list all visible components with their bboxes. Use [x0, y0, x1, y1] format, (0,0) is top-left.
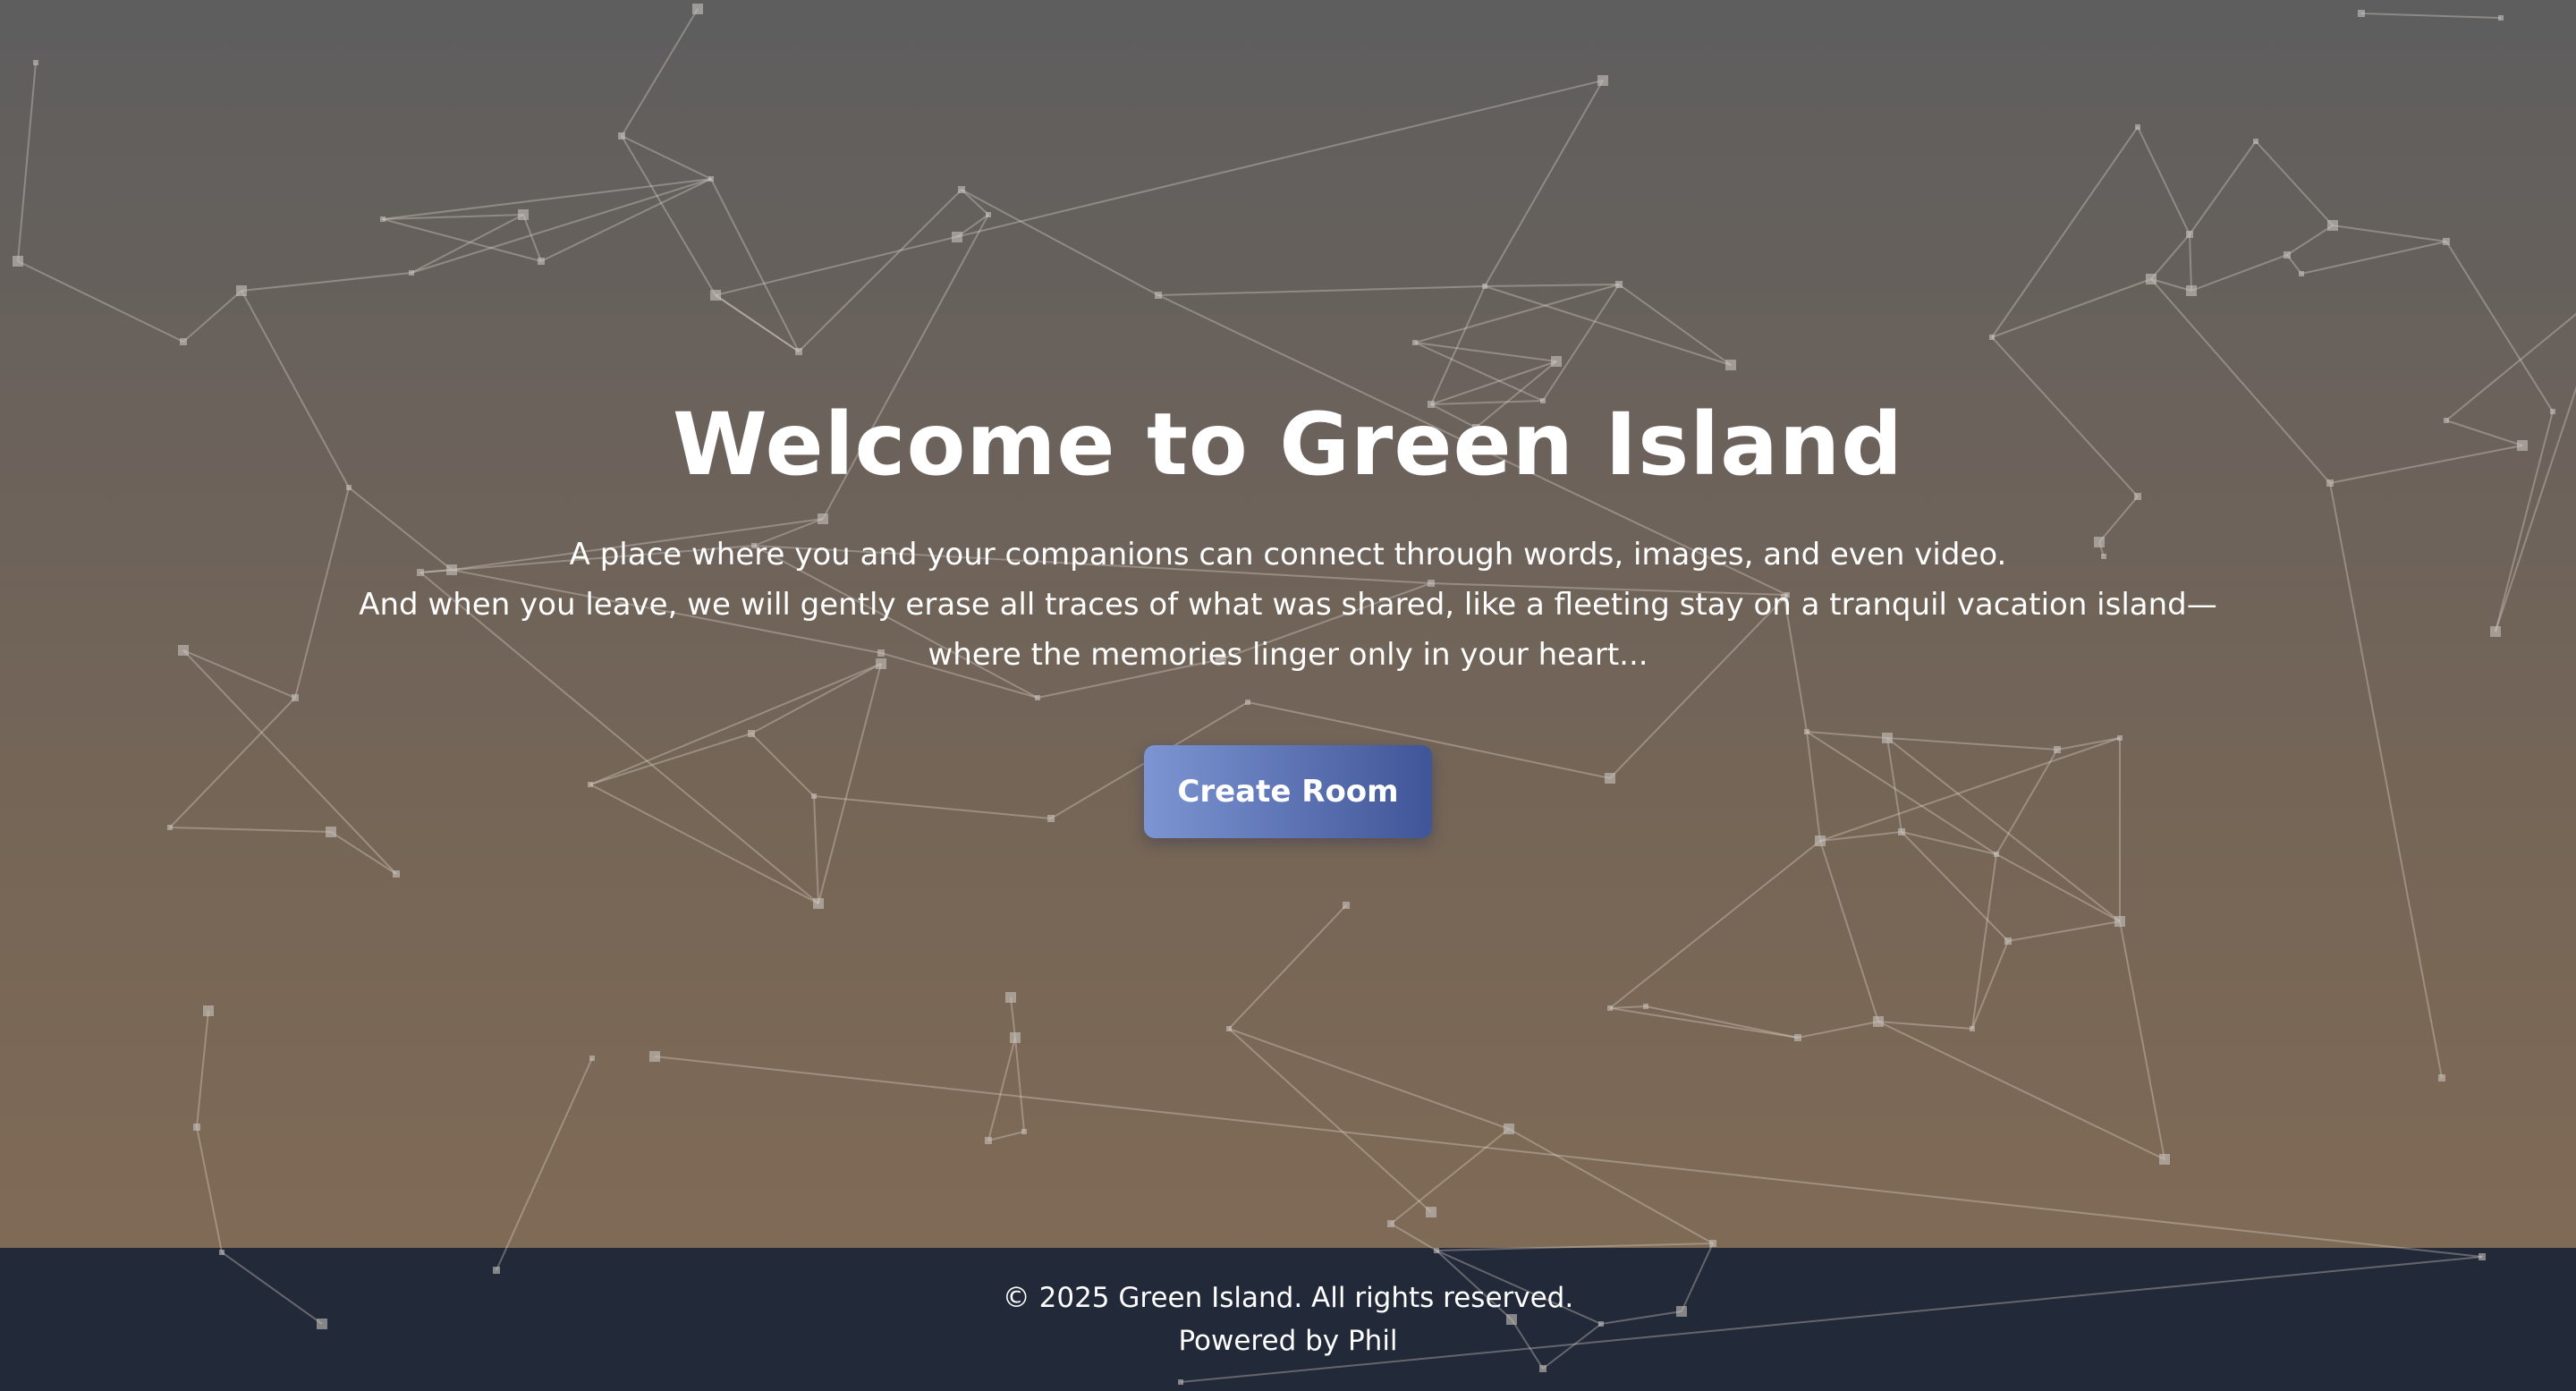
footer-powered-by: Powered by Phil: [1178, 1325, 1398, 1357]
hero-description-line: where the memories linger only in your h…: [928, 637, 1648, 673]
footer-copyright: © 2025 Green Island. All rights reserved…: [1002, 1282, 1574, 1314]
hero-description-line: A place where you and your companions ca…: [569, 537, 2007, 573]
hero-description-line: And when you leave, we will gently erase…: [359, 587, 2217, 623]
create-room-button[interactable]: Create Room: [1144, 745, 1432, 838]
hero-description: A place where you and your companions ca…: [0, 530, 2576, 680]
page-title: Welcome to Green Island: [673, 394, 1903, 495]
